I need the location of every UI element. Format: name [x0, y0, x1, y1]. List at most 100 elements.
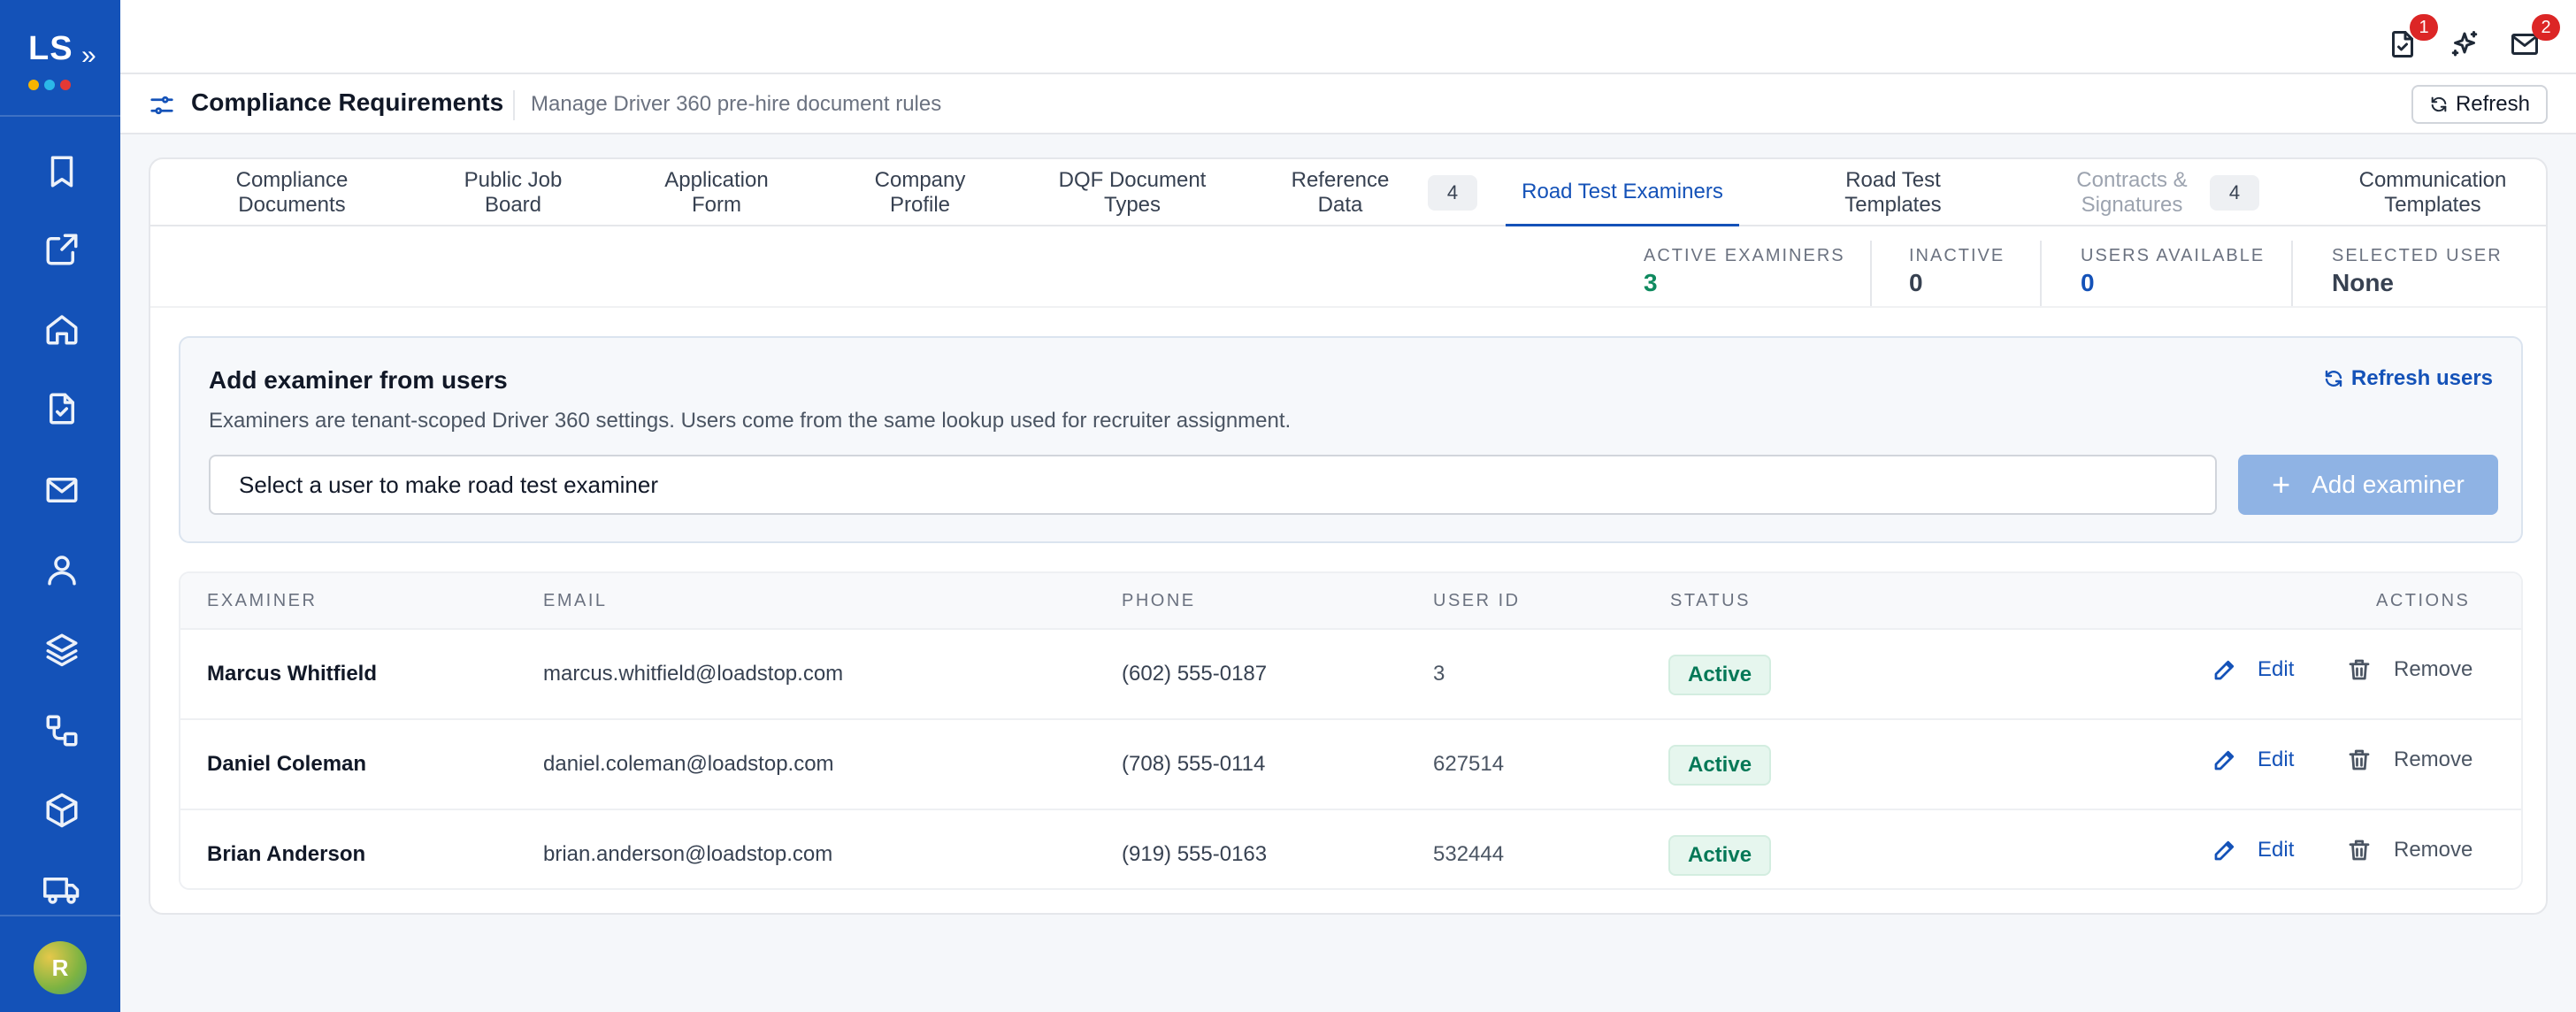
user-select[interactable]: Select a user to make road test examiner — [209, 455, 2217, 515]
examiner-email: brian.anderson@loadstop.com — [543, 842, 833, 866]
user-select-placeholder: Select a user to make road test examiner — [239, 471, 659, 498]
tab-reference-data[interactable]: Reference Data — [1274, 159, 1407, 226]
messages-icon[interactable]: 2 — [2509, 14, 2560, 64]
sliders-icon — [149, 92, 177, 120]
pencil-icon — [2214, 660, 2235, 680]
remove-label: Remove — [2394, 748, 2473, 771]
sparkles-icon[interactable] — [2449, 28, 2484, 64]
table-header: EXAMINER EMAIL PHONE USER ID STATUS ACTI… — [180, 573, 2521, 628]
tab-road-test-examiners[interactable]: Road Test Examiners — [1506, 159, 1739, 226]
bookmark-icon[interactable] — [42, 152, 81, 191]
status-badge: Active — [1668, 745, 1772, 786]
trash-icon — [2349, 659, 2370, 680]
refresh-label: Refresh — [2455, 92, 2530, 116]
mail-icon[interactable] — [42, 471, 81, 510]
stat-selected-user-label: SELECTED USER — [2332, 246, 2503, 265]
topbar: 1 2 — [120, 0, 2576, 74]
document-check-icon[interactable] — [42, 389, 81, 428]
col-phone[interactable]: PHONE — [1122, 591, 1196, 611]
table-row[interactable]: Brian Anderson brian.anderson@loadstop.c… — [180, 809, 2521, 888]
logo[interactable]: LS » — [0, 0, 120, 117]
col-examiner[interactable]: EXAMINER — [207, 591, 317, 611]
sidebar: LS » R — [0, 0, 120, 1012]
add-examiner-label: Add examiner — [2312, 471, 2465, 498]
examiner-name: Daniel Coleman — [207, 752, 367, 776]
examiner-phone: (919) 555-0163 — [1122, 842, 1268, 866]
table-row[interactable]: Marcus Whitfield marcus.whitfield@loadst… — [180, 628, 2521, 718]
remove-label: Remove — [2394, 657, 2473, 681]
reference-data-count: 4 — [1428, 175, 1477, 211]
plus-icon: + — [2272, 466, 2291, 502]
tab-road-test-templates[interactable]: Road Test Templates — [1796, 159, 1990, 226]
tab-application-form[interactable]: Application Form — [646, 159, 787, 226]
examiner-phone: (708) 555-0114 — [1122, 752, 1266, 776]
add-examiner-title: Add examiner from users — [209, 366, 508, 394]
stat-users-available-value: 0 — [2081, 269, 2095, 296]
header-divider — [513, 90, 515, 120]
tab-compliance-documents[interactable]: Compliance Documents — [203, 159, 380, 226]
logo-text: LS — [28, 30, 73, 67]
examiner-phone: (602) 555-0187 — [1122, 662, 1268, 686]
stat-active-value: 3 — [1644, 269, 1658, 296]
pencil-icon — [2214, 750, 2235, 770]
tab-public-job-board[interactable]: Public Job Board — [442, 159, 584, 226]
stat-active-label: ACTIVE EXAMINERS — [1644, 246, 1845, 265]
expand-sidebar-icon[interactable]: » — [81, 42, 96, 69]
examiners-table: EXAMINER EMAIL PHONE USER ID STATUS ACTI… — [179, 571, 2523, 890]
examiner-name: Marcus Whitfield — [207, 662, 378, 686]
tab-communication-templates[interactable]: Communication Templates — [2335, 159, 2530, 226]
tasks-badge: 1 — [2410, 14, 2438, 41]
package-icon[interactable] — [42, 791, 81, 830]
stats-bar: ACTIVE EXAMINERS 3 INACTIVE 0 USERS AVAI… — [150, 226, 2546, 308]
stat-divider — [2291, 241, 2293, 306]
tab-company-profile[interactable]: Company Profile — [849, 159, 991, 226]
edit-button[interactable]: Edit — [2212, 747, 2294, 773]
edit-button[interactable]: Edit — [2212, 837, 2294, 863]
messages-badge: 2 — [2532, 14, 2560, 41]
refresh-icon — [2431, 96, 2447, 112]
examiner-user-id: 532444 — [1433, 842, 1505, 866]
edit-label: Edit — [2258, 748, 2295, 771]
settings-card: Compliance Documents Public Job Board Ap… — [149, 157, 2548, 915]
add-examiner-panel: Add examiner from users Examiners are te… — [179, 336, 2523, 543]
col-user-id[interactable]: USER ID — [1433, 591, 1521, 611]
examiner-user-id: 3 — [1433, 662, 1445, 686]
tab-contracts-signatures[interactable]: Contracts & Signatures — [2035, 159, 2229, 226]
external-link-icon[interactable] — [42, 230, 81, 269]
layers-icon[interactable] — [42, 630, 81, 669]
refresh-users-label: Refresh users — [2350, 366, 2493, 390]
edit-button[interactable]: Edit — [2212, 656, 2294, 683]
home-icon[interactable] — [42, 310, 81, 349]
examiner-name: Brian Anderson — [207, 842, 366, 866]
page-header: Compliance Requirements Manage Driver 36… — [120, 74, 2576, 134]
remove-button[interactable]: Remove — [2346, 656, 2472, 683]
col-email[interactable]: EMAIL — [543, 591, 608, 611]
refresh-icon — [2325, 370, 2342, 387]
trash-icon — [2349, 840, 2370, 861]
truck-icon[interactable] — [42, 870, 81, 909]
stat-selected-user-value: None — [2332, 269, 2394, 296]
tasks-icon[interactable]: 1 — [2387, 14, 2438, 64]
avatar[interactable]: R — [34, 941, 87, 994]
refresh-users-button[interactable]: Refresh users — [2323, 366, 2493, 391]
col-status[interactable]: STATUS — [1670, 591, 1751, 611]
stat-inactive-value: 0 — [1909, 269, 1923, 296]
examiner-user-id: 627514 — [1433, 752, 1505, 776]
examiner-email: marcus.whitfield@loadstop.com — [543, 662, 844, 686]
logo-dots — [28, 80, 71, 90]
table-row[interactable]: Daniel Coleman daniel.coleman@loadstop.c… — [180, 718, 2521, 809]
add-examiner-button[interactable]: + Add examiner — [2238, 455, 2498, 515]
status-badge: Active — [1668, 655, 1772, 695]
workflow-icon[interactable] — [42, 711, 81, 750]
examiner-email: daniel.coleman@loadstop.com — [543, 752, 834, 776]
tab-dqf-document-types[interactable]: DQF Document Types — [1044, 159, 1221, 226]
add-examiner-description: Examiners are tenant-scoped Driver 360 s… — [209, 409, 1292, 433]
refresh-button[interactable]: Refresh — [2411, 85, 2548, 124]
user-icon[interactable] — [42, 550, 81, 589]
stat-divider — [1870, 241, 1872, 306]
remove-button[interactable]: Remove — [2346, 837, 2472, 863]
remove-button[interactable]: Remove — [2346, 747, 2472, 773]
stat-divider — [2040, 241, 2042, 306]
page-title: Compliance Requirements — [191, 88, 504, 116]
remove-label: Remove — [2394, 838, 2473, 862]
